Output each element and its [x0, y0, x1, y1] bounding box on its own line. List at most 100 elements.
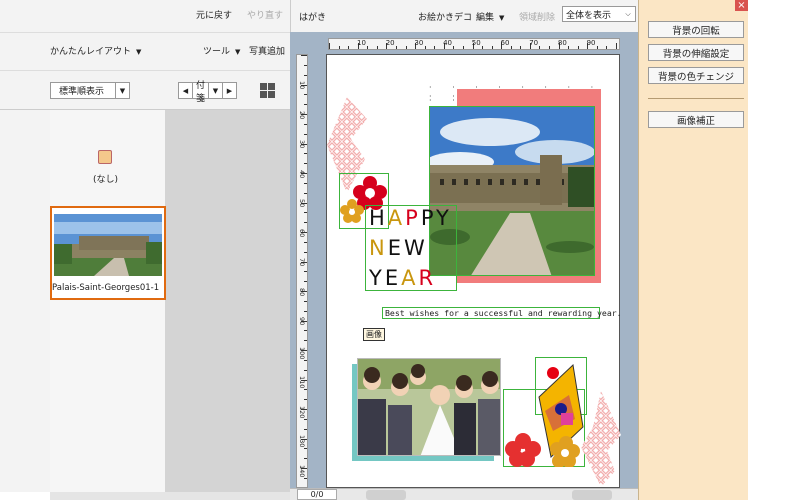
easy-layout-label: かんたんレイアウト	[50, 47, 132, 57]
horizontal-ruler: 10 20 30 40 50 60 70 80 90	[328, 38, 620, 50]
none-label: (なし)	[93, 175, 119, 185]
hny-letter: E	[387, 236, 404, 260]
panel-divider	[648, 98, 744, 99]
ruler-tick	[338, 46, 340, 49]
hny-line-3: YEAR	[369, 266, 436, 290]
add-photo-button[interactable]: 写真追加	[249, 44, 285, 57]
tools-label: ツール	[203, 47, 231, 57]
ruler-tick	[304, 182, 307, 184]
image-label[interactable]: 画像	[363, 328, 385, 341]
ruler-tick	[539, 46, 541, 49]
ruler-label: 10	[298, 81, 306, 90]
sort-select[interactable]: 標準順表示 ▼	[50, 82, 130, 99]
stretch-background-button[interactable]: 背景の伸縮設定	[648, 44, 744, 61]
ruler-tick	[304, 94, 307, 96]
edit-label: 編集	[476, 13, 495, 23]
ruler-tick	[304, 330, 307, 332]
ruler-tick	[304, 123, 307, 125]
photo-caption: Palais-Saint-Georges01-1	[52, 283, 160, 293]
redo-button[interactable]: やり直す	[247, 8, 283, 21]
ruler-label: 30	[298, 140, 306, 149]
postcard-page[interactable]: · · · · · · · · · · · · · · · · · · · · …	[326, 54, 622, 488]
hny-letter: Y	[436, 206, 452, 230]
prev-page-button[interactable]	[366, 490, 406, 500]
new-year-text-frame[interactable]: HAPPY NEW YEAR	[365, 205, 457, 291]
scroll-area	[0, 492, 50, 500]
ruler-tick	[549, 46, 551, 49]
no-image-icon[interactable]	[98, 150, 112, 164]
ruler-tick	[405, 46, 407, 49]
delete-area-button[interactable]: 領域削除	[519, 10, 555, 23]
ruler-label: 90	[298, 317, 306, 326]
kite-ornament-icon	[505, 363, 584, 467]
close-icon[interactable]: ×	[735, 0, 748, 11]
ruler-tick	[434, 46, 436, 49]
view-select[interactable]: 全体を表示 ⌵	[562, 6, 636, 22]
wedding-photo[interactable]	[357, 358, 501, 456]
toolbar-divider	[0, 70, 290, 71]
ruler-tick	[367, 46, 369, 49]
ruler-tick	[304, 251, 307, 253]
greeting-text[interactable]: Best wishes for a successful and rewardi…	[382, 307, 622, 319]
ruler-tick	[304, 222, 307, 224]
ruler-label: 60	[500, 39, 510, 47]
picture-deco-button[interactable]: お絵かきデコ	[418, 10, 472, 23]
ruler-label: 30	[414, 39, 424, 47]
ruler-label: 120	[298, 405, 306, 418]
view-select-value: 全体を表示	[566, 10, 612, 21]
ruler-tick	[304, 153, 307, 155]
hny-letter: P	[405, 206, 421, 230]
ruler-label: 80	[298, 287, 306, 296]
ruler-tick	[304, 192, 307, 194]
grid-view-icon[interactable]	[260, 83, 275, 98]
horizontal-scrollbar[interactable]	[50, 492, 290, 500]
ruler-label: 50	[298, 199, 306, 208]
thumbnail-area: (なし) Palais-Saint-Georges01-1	[50, 110, 290, 500]
ruler-tick	[304, 271, 307, 273]
rotate-background-button[interactable]: 背景の回転	[648, 21, 744, 38]
chevron-down-icon[interactable]: ▼	[115, 83, 129, 98]
color-change-background-button[interactable]: 背景の色チェンジ	[648, 67, 744, 84]
hny-letter: W	[404, 236, 428, 260]
chevron-down-icon: ▼	[235, 48, 241, 56]
easy-layout-menu[interactable]: かんたんレイアウト ▼	[50, 44, 141, 57]
ruler-tick	[304, 163, 307, 165]
ruler-tick	[453, 46, 455, 49]
date-select[interactable]: ◀ 付箋 ▼ ▶	[178, 81, 237, 104]
hny-letter: H	[369, 206, 388, 230]
ruler-tick	[304, 418, 307, 420]
chevron-left-icon[interactable]: ◀	[179, 83, 193, 98]
image-correct-button[interactable]: 画像補正	[648, 111, 744, 128]
blank-area	[748, 0, 800, 500]
ruler-tick	[606, 46, 608, 49]
ruler-label: 60	[298, 228, 306, 237]
ruler-tick	[304, 458, 307, 460]
group-photo	[358, 359, 500, 455]
ruler-tick	[304, 359, 307, 361]
ruler-tick	[304, 310, 307, 312]
ruler-label: 140	[298, 464, 306, 477]
chevron-down-icon: ▼	[499, 14, 505, 22]
chevron-down-icon[interactable]: ▼	[208, 83, 222, 98]
ruler-label: 90	[586, 39, 596, 47]
ruler-label: 130	[298, 435, 306, 448]
chevron-down-icon[interactable]: ⌵	[621, 7, 635, 21]
ruler-label: 80	[557, 39, 567, 47]
tools-menu[interactable]: ツール ▼	[203, 44, 240, 57]
ruler-tick	[304, 340, 307, 342]
ruler-tick	[304, 74, 307, 76]
edit-menu[interactable]: 編集 ▼	[476, 10, 504, 23]
chevron-right-icon[interactable]: ▶	[222, 83, 236, 98]
ruler-tick	[520, 46, 522, 49]
sort-select-value: 標準順表示	[59, 87, 105, 97]
ruler-label: 110	[298, 376, 306, 389]
ruler-tick	[596, 46, 598, 49]
undo-button[interactable]: 元に戻す	[196, 8, 232, 21]
ruler-tick	[304, 399, 307, 401]
toolbar-divider	[0, 32, 290, 33]
palace-photo-thumb	[54, 214, 162, 276]
ruler-tick	[304, 241, 307, 243]
hny-letter: P	[420, 206, 437, 230]
photo-thumbnail-selected[interactable]: Palais-Saint-Georges01-1	[50, 206, 166, 300]
next-page-button[interactable]	[572, 490, 612, 500]
